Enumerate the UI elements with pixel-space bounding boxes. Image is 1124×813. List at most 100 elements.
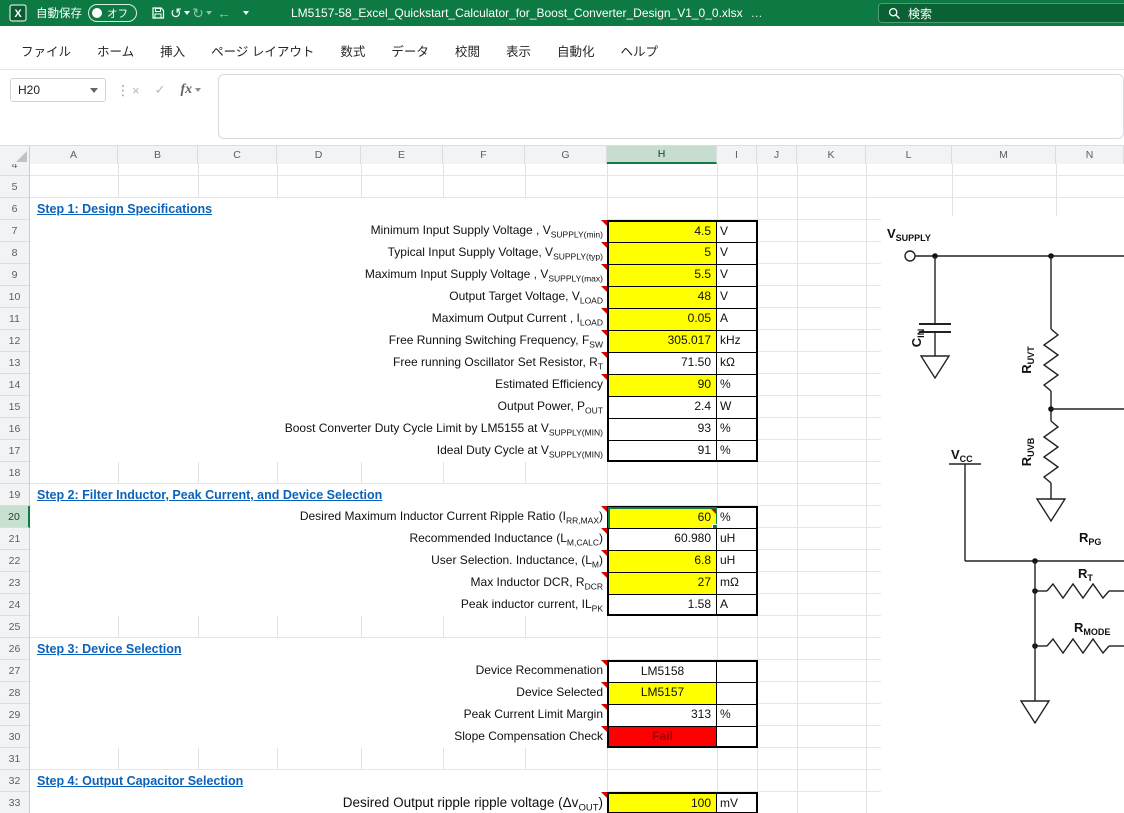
column-header-F[interactable]: F [443,146,525,164]
cell-I9[interactable]: V [717,264,758,286]
cell-I8[interactable]: V [717,242,758,264]
cell-H15[interactable]: 2.4 [607,396,717,418]
insert-function-button[interactable]: fx [181,82,202,98]
column-header-B[interactable]: B [118,146,198,164]
cell-H11[interactable]: 0.05 [607,308,717,330]
row-header-18[interactable]: 18 [0,462,30,484]
column-header-G[interactable]: G [525,146,607,164]
ribbon-tab-page-layout[interactable]: ページ レイアウト [198,38,327,63]
row-header-15[interactable]: 15 [0,396,30,418]
row-header-17[interactable]: 17 [0,440,30,462]
column-header-J[interactable]: J [757,146,797,164]
redo-dropdown-caret-icon[interactable] [205,11,212,15]
search-box[interactable]: 検索 [878,3,1124,23]
row-header-25[interactable]: 25 [0,616,30,638]
column-header-N[interactable]: N [1056,146,1124,164]
column-header-A[interactable]: A [30,146,118,164]
save-icon[interactable] [147,3,169,23]
cell-I29[interactable]: % [717,704,758,726]
column-header-D[interactable]: D [277,146,361,164]
name-box-caret-icon[interactable] [90,87,98,93]
row-header-8[interactable]: 8 [0,242,30,264]
column-header-H[interactable]: H [607,146,717,164]
row-header-13[interactable]: 13 [0,352,30,374]
row-header-33[interactable]: 33 [0,792,30,813]
excel-app-icon[interactable]: X [8,3,28,23]
cell-H17[interactable]: 91 [607,440,717,462]
cell-I20[interactable]: % [717,506,758,528]
row-header-9[interactable]: 9 [0,264,30,286]
formula-bar-input[interactable] [218,74,1124,139]
row-header-28[interactable]: 28 [0,682,30,704]
cell-H16[interactable]: 93 [607,418,717,440]
row-header-10[interactable]: 10 [0,286,30,308]
title-ellipsis[interactable]: … [751,6,764,20]
row-header-24[interactable]: 24 [0,594,30,616]
cell-H30[interactable]: Fail [607,726,717,748]
row-header-21[interactable]: 21 [0,528,30,550]
ribbon-tab-file[interactable]: ファイル [8,38,84,63]
select-all-corner[interactable] [0,146,30,164]
ribbon-tab-automate[interactable]: 自動化 [544,38,608,63]
cell-I28[interactable] [717,682,758,704]
column-header-I[interactable]: I [717,146,757,164]
row-header-6[interactable]: 6 [0,198,30,220]
ribbon-tab-view[interactable]: 表示 [493,38,544,63]
row-header-26[interactable]: 26 [0,638,30,660]
cell-I10[interactable]: V [717,286,758,308]
cell-I17[interactable]: % [717,440,758,462]
column-header-E[interactable]: E [361,146,443,164]
row-header-22[interactable]: 22 [0,550,30,572]
row-header-31[interactable]: 31 [0,748,30,770]
row-header-12[interactable]: 12 [0,330,30,352]
cell-H33[interactable]: 100 [607,792,717,813]
cell-I24[interactable]: A [717,594,758,616]
autosave-toggle[interactable]: オフ [88,4,137,22]
cell-I16[interactable]: % [717,418,758,440]
row-header-23[interactable]: 23 [0,572,30,594]
cell-H29[interactable]: 313 [607,704,717,726]
row-header-11[interactable]: 11 [0,308,30,330]
cell-I27[interactable] [717,660,758,682]
row-header-14[interactable]: 14 [0,374,30,396]
cell-I13[interactable]: kΩ [717,352,758,374]
cell-I23[interactable]: mΩ [717,572,758,594]
cell-H8[interactable]: 5 [607,242,717,264]
cell-I14[interactable]: % [717,374,758,396]
row-header-19[interactable]: 19 [0,484,30,506]
ribbon-tab-help[interactable]: ヘルプ [607,38,671,63]
row-header-29[interactable]: 29 [0,704,30,726]
row-header-32[interactable]: 32 [0,770,30,792]
column-header-K[interactable]: K [797,146,866,164]
row-header-16[interactable]: 16 [0,418,30,440]
ribbon-tab-formulas[interactable]: 数式 [327,38,378,63]
cell-H27[interactable]: LM5158 [607,660,717,682]
row-header-30[interactable]: 30 [0,726,30,748]
row-header-27[interactable]: 27 [0,660,30,682]
cell-H22[interactable]: 6.8 [607,550,717,572]
cell-H23[interactable]: 27 [607,572,717,594]
column-header-L[interactable]: L [866,146,952,164]
cell-H24[interactable]: 1.58 [607,594,717,616]
document-title[interactable]: LM5157-58_Excel_Quickstart_Calculator_fo… [291,6,743,20]
cell-I12[interactable]: kHz [717,330,758,352]
ribbon-tab-insert[interactable]: 挿入 [147,38,198,63]
toolbar-overflow-chevron-icon[interactable] [235,3,257,23]
circuit-diagram[interactable]: VSUPPLY CIN RUVT RUVB VCC RPG RT RMODE [881,216,1124,813]
name-box[interactable]: H20 [10,78,106,102]
cell-I15[interactable]: W [717,396,758,418]
ribbon-tab-home[interactable]: ホーム [84,38,147,63]
row-header-7[interactable]: 7 [0,220,30,242]
cell-H28[interactable]: LM5157 [607,682,717,704]
row-header-4[interactable]: 4 [0,164,30,176]
row-header-20[interactable]: 20 [0,506,30,528]
cell-I30[interactable] [717,726,758,748]
ribbon-tab-data[interactable]: データ [378,38,442,63]
cell-H14[interactable]: 90 [607,374,717,396]
cell-H20[interactable]: 60 [607,506,720,532]
row-header-5[interactable]: 5 [0,176,30,198]
cell-I22[interactable]: uH [717,550,758,572]
cell-I33[interactable]: mV [717,792,758,813]
cell-H12[interactable]: 305.017 [607,330,717,352]
cancel-icon[interactable]: × [132,83,140,98]
